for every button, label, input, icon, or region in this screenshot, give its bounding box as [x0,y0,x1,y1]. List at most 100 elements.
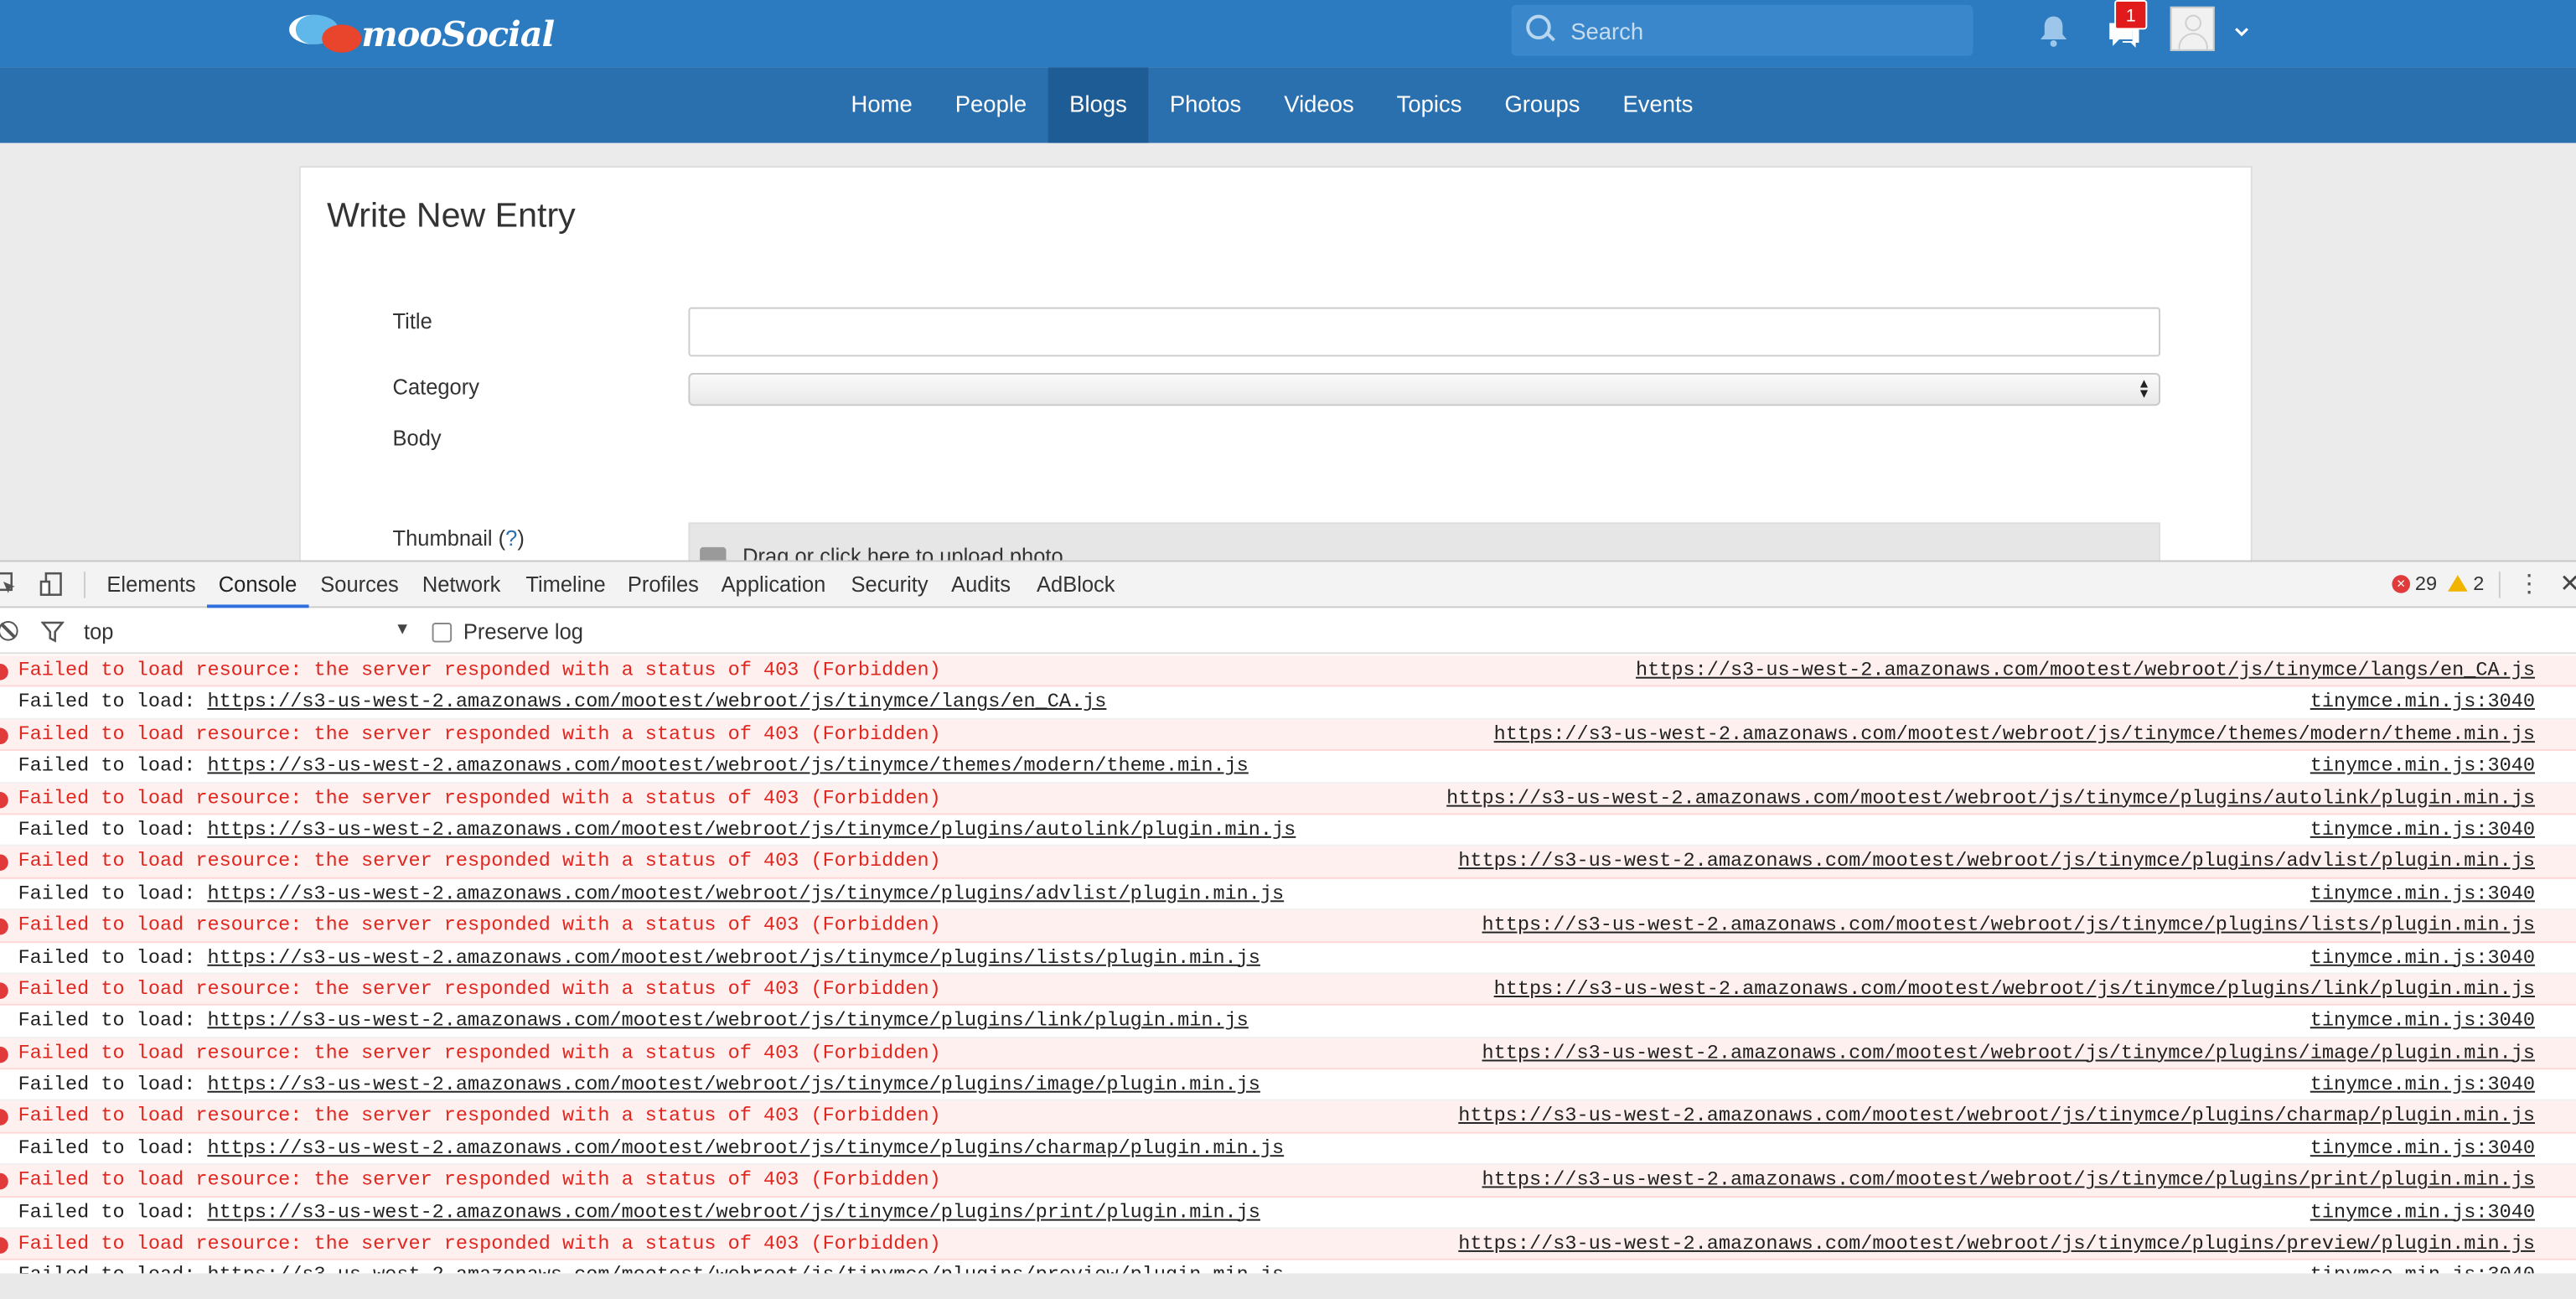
console-log: Failed to load resource: the server resp… [0,655,2576,1274]
nav-item-events[interactable]: Events [1601,67,1715,142]
log-url-link[interactable]: https://s3-us-west-2.amazonaws.com/moote… [207,1264,1284,1273]
search-input[interactable] [1570,17,1949,44]
log-prefix: Failed to load: [18,1200,208,1224]
tab-console[interactable]: Console [207,572,308,608]
log-url-link[interactable]: https://s3-us-west-2.amazonaws.com/moote… [207,1200,1260,1223]
console-toolbar: top ▼ Preserve log [0,609,2576,655]
log-prefix: Failed to load: [18,1009,208,1032]
log-source-link[interactable]: tinymce.min.js:3040 [2310,878,2535,909]
console-error-row: Failed to load resource: the server resp… [0,1101,2576,1134]
preserve-log-checkbox[interactable] [432,623,453,643]
log-message: Failed to load: https://s3-us-west-2.ama… [18,1260,1285,1273]
nav-item-videos[interactable]: Videos [1263,67,1375,142]
console-error-row: Failed to load resource: the server resp… [0,1038,2576,1070]
error-source-link[interactable]: https://s3-us-west-2.amazonaws.com/moote… [1494,974,2535,1005]
console-log-row: Failed to load: https://s3-us-west-2.ama… [0,1260,2576,1274]
log-prefix: Failed to load: [18,691,208,714]
thumbnail-help-link[interactable]: ? [505,525,517,550]
title-label: Title [392,308,432,334]
error-source-link[interactable]: https://s3-us-west-2.amazonaws.com/moote… [1482,910,2535,941]
nav-item-photos[interactable]: Photos [1148,67,1262,142]
console-log-row: Failed to load: https://s3-us-west-2.ama… [0,1069,2576,1102]
device-toolbar-icon[interactable] [39,572,62,601]
category-select[interactable]: ▲ ▼ [688,373,2161,406]
error-source-link[interactable]: https://s3-us-west-2.amazonaws.com/moote… [1482,1038,2535,1069]
error-icon [0,855,8,872]
tab-timeline[interactable]: Timeline [525,572,605,596]
filter-icon[interactable] [40,621,65,643]
tab-security[interactable]: Security [851,572,928,596]
error-message: Failed to load resource: the server resp… [18,722,941,746]
site-logo[interactable]: mooSocial [289,8,555,58]
log-url-link[interactable]: https://s3-us-west-2.amazonaws.com/moote… [207,1009,1248,1032]
log-url-link[interactable]: https://s3-us-west-2.amazonaws.com/moote… [207,1073,1260,1095]
tab-application[interactable]: Application [722,572,826,596]
error-count: 29 [2414,572,2438,595]
warning-count: 2 [2473,572,2485,595]
log-source-link[interactable]: tinymce.min.js:3040 [2310,1260,2535,1273]
bell-icon[interactable] [2037,13,2070,49]
tab-adblock[interactable]: AdBlock [1037,572,1115,596]
log-url-link[interactable]: https://s3-us-west-2.amazonaws.com/moote… [207,818,1296,841]
log-source-link[interactable]: tinymce.min.js:3040 [2310,942,2535,973]
error-message: Failed to load resource: the server resp… [18,659,941,682]
tab-sources[interactable]: Sources [320,572,399,596]
console-error-row: Failed to load resource: the server resp… [0,974,2576,1007]
console-error-row: Failed to load resource: the server resp… [0,655,2576,688]
log-url-link[interactable]: https://s3-us-west-2.amazonaws.com/moote… [207,945,1260,968]
preserve-log-label: Preserve log [463,619,583,644]
log-message: Failed to load: https://s3-us-west-2.ama… [18,1069,1260,1100]
log-source-link[interactable]: tinymce.min.js:3040 [2310,1197,2535,1228]
nav-item-blogs[interactable]: Blogs [1047,67,1149,143]
error-source-link[interactable]: https://s3-us-west-2.amazonaws.com/moote… [1494,719,2535,750]
log-source-link[interactable]: tinymce.min.js:3040 [2310,815,2535,846]
tab-profiles[interactable]: Profiles [628,572,699,596]
context-dropdown-icon[interactable]: ▼ [395,621,411,639]
error-icon [0,1173,8,1190]
error-source-link[interactable]: https://s3-us-west-2.amazonaws.com/moote… [1636,655,2535,686]
thumbnail-label: Thumbnail (?) [392,525,525,551]
log-source-link[interactable]: tinymce.min.js:3040 [2310,1133,2535,1164]
search-icon [1521,5,1570,56]
console-log-row: Failed to load: https://s3-us-west-2.ama… [0,1006,2576,1038]
log-source-link[interactable]: tinymce.min.js:3040 [2310,687,2535,718]
error-message: Failed to load resource: the server resp… [18,850,941,873]
log-source-link[interactable]: tinymce.min.js:3040 [2310,1006,2535,1037]
error-source-link[interactable]: https://s3-us-west-2.amazonaws.com/moote… [1482,1165,2535,1196]
nav-item-people[interactable]: People [934,67,1047,142]
tab-network[interactable]: Network [422,572,500,596]
log-url-link[interactable]: https://s3-us-west-2.amazonaws.com/moote… [207,1136,1284,1159]
log-prefix: Failed to load: [18,1073,208,1096]
error-source-link[interactable]: https://s3-us-west-2.amazonaws.com/moote… [1458,1229,2535,1260]
tab-audits[interactable]: Audits [951,572,1011,596]
chevron-down-icon[interactable] [2234,18,2249,37]
avatar[interactable] [2170,6,2215,51]
error-icon [0,1046,8,1063]
log-url-link[interactable]: https://s3-us-west-2.amazonaws.com/moote… [207,754,1248,777]
log-source-link[interactable]: tinymce.min.js:3040 [2310,751,2535,782]
title-input[interactable] [688,307,2161,357]
clear-console-icon[interactable] [0,621,18,641]
log-message: Failed to load: https://s3-us-west-2.ama… [18,815,1296,846]
error-source-link[interactable]: https://s3-us-west-2.amazonaws.com/moote… [1446,783,2535,814]
error-source-link[interactable]: https://s3-us-west-2.amazonaws.com/moote… [1458,846,2535,877]
select-arrows-icon: ▲ ▼ [2137,375,2151,401]
error-source-link[interactable]: https://s3-us-west-2.amazonaws.com/moote… [1458,1101,2535,1132]
console-counts[interactable]: × 29 2 [2392,572,2485,595]
more-options-icon[interactable]: ⋮ [2517,568,2541,601]
inspect-icon[interactable] [0,572,17,599]
close-icon[interactable]: ✕ [2559,568,2576,598]
search-box[interactable] [1511,4,1973,56]
error-message: Failed to load resource: the server resp… [18,1232,941,1255]
tab-elements[interactable]: Elements [106,572,195,596]
log-url-link[interactable]: https://s3-us-west-2.amazonaws.com/moote… [207,882,1284,904]
nav-item-topics[interactable]: Topics [1375,67,1483,142]
console-log-row: Failed to load: https://s3-us-west-2.ama… [0,687,2576,720]
log-source-link[interactable]: tinymce.min.js:3040 [2310,1069,2535,1100]
nav-item-home[interactable]: Home [830,67,934,142]
context-selector[interactable]: top [84,619,113,644]
console-log-row: Failed to load: https://s3-us-west-2.ama… [0,815,2576,847]
log-url-link[interactable]: https://s3-us-west-2.amazonaws.com/moote… [207,691,1106,713]
nav-item-groups[interactable]: Groups [1483,67,1601,142]
main-nav: Home People Blogs Photos Videos Topics G… [0,67,2576,143]
